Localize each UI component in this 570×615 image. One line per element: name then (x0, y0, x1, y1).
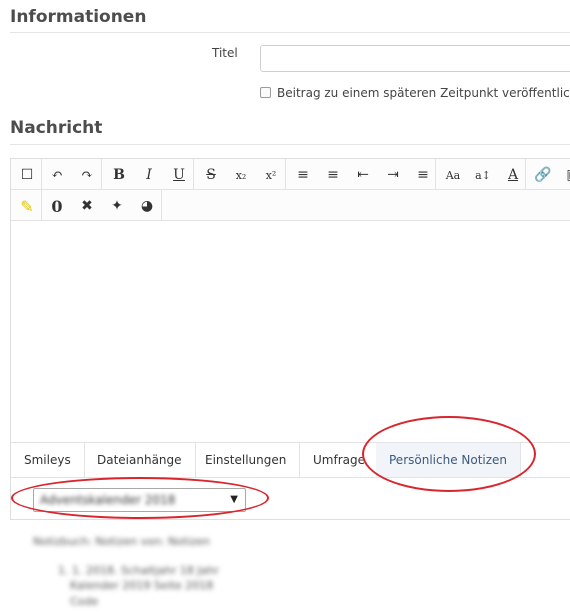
image-icon[interactable]: ▣ (561, 163, 570, 187)
ordered-list-icon[interactable]: ≡ (291, 163, 315, 187)
toolbar-separator (525, 159, 526, 190)
font-color-icon[interactable]: A (501, 163, 525, 187)
section-heading-message: Nachricht (10, 118, 103, 138)
indent-icon[interactable]: ⇥ (381, 163, 405, 187)
title-input[interactable] (260, 45, 570, 72)
align-icon[interactable]: ≡ (411, 163, 435, 187)
toolbar-separator (435, 159, 436, 190)
emblem-icon[interactable]: ✦ (105, 194, 129, 218)
schedule-label: Beitrag zu einem späteren Zeitpunkt verö… (277, 86, 570, 100)
tab-persönliche-notizen[interactable]: Persönliche Notizen (376, 443, 522, 477)
toolbar-row-1: ☐↶↷BIUSx₂x²≡≡⇤⇥≡Aaa↕A🔗▣ (11, 159, 570, 190)
close-circle-icon[interactable]: ✖ (75, 194, 99, 218)
editor-content-area[interactable] (11, 221, 570, 442)
notes-select-value: Adventskalender 2018 (40, 493, 176, 507)
notes-select[interactable]: Adventskalender 2018 ▼ (33, 488, 246, 512)
divider (10, 32, 570, 33)
remove-format-icon[interactable]: ☐ (15, 163, 39, 187)
strikethrough-icon[interactable]: S (199, 163, 223, 187)
divider (10, 144, 570, 145)
notes-line: Code (70, 595, 99, 608)
redo-icon[interactable]: ↷ (75, 163, 99, 187)
notes-heading: Notizbuch: Notizen von: Notizen (33, 535, 210, 548)
undo-icon[interactable]: ↶ (45, 163, 69, 187)
underline-icon[interactable]: U (167, 163, 191, 187)
toolbar-separator (285, 159, 286, 190)
chevron-down-icon: ▼ (230, 494, 238, 505)
message-editor: ☐↶↷BIUSx₂x²≡≡⇤⇥≡Aaa↕A🔗▣ ✎0✖✦◕ SmileysDat… (10, 158, 570, 520)
notes-line: 1. 1. 2018. Schaltjahr 18 Jahr (58, 564, 219, 577)
superscript-icon[interactable]: x² (259, 163, 283, 187)
link-icon[interactable]: 🔗 (531, 163, 555, 187)
schedule-later-option[interactable]: Beitrag zu einem späteren Zeitpunkt verö… (260, 86, 570, 100)
unordered-list-icon[interactable]: ≡ (321, 163, 345, 187)
subscript-icon[interactable]: x₂ (229, 163, 253, 187)
globe-icon[interactable]: ◕ (135, 194, 159, 218)
tab-einstellungen[interactable]: Einstellungen (192, 443, 301, 477)
schedule-checkbox[interactable] (260, 87, 271, 98)
tab-umfrage[interactable]: Umfrage (300, 443, 379, 477)
notes-line: Kalender 2019 Seite 2018 (70, 579, 214, 592)
highlight-icon[interactable]: ✎ (15, 194, 39, 218)
toolbar-separator (161, 190, 162, 221)
toolbar-separator (101, 159, 102, 190)
tab-smileys[interactable]: Smileys (11, 443, 85, 477)
toolbar-separator (193, 159, 194, 190)
tab-dateianhänge[interactable]: Dateianhänge (84, 443, 196, 477)
title-label: Titel (212, 46, 238, 60)
outdent-icon[interactable]: ⇤ (351, 163, 375, 187)
toolbar-separator (41, 159, 42, 190)
bold-icon[interactable]: B (107, 163, 131, 187)
section-heading-info: Informationen (10, 7, 147, 27)
font-size-icon[interactable]: Aa (441, 163, 465, 187)
toolbar-row-2: ✎ 0 ✖ ✦ ◕ (11, 190, 570, 221)
editor-tabs: Smileys Dateianhänge Einstellungen Umfrage P… (11, 442, 570, 478)
toolbar-separator (41, 190, 42, 221)
text-size-icon[interactable]: a↕ (471, 163, 495, 187)
italic-icon[interactable]: I (137, 163, 161, 187)
spoiler-icon[interactable]: 0 (45, 194, 69, 218)
